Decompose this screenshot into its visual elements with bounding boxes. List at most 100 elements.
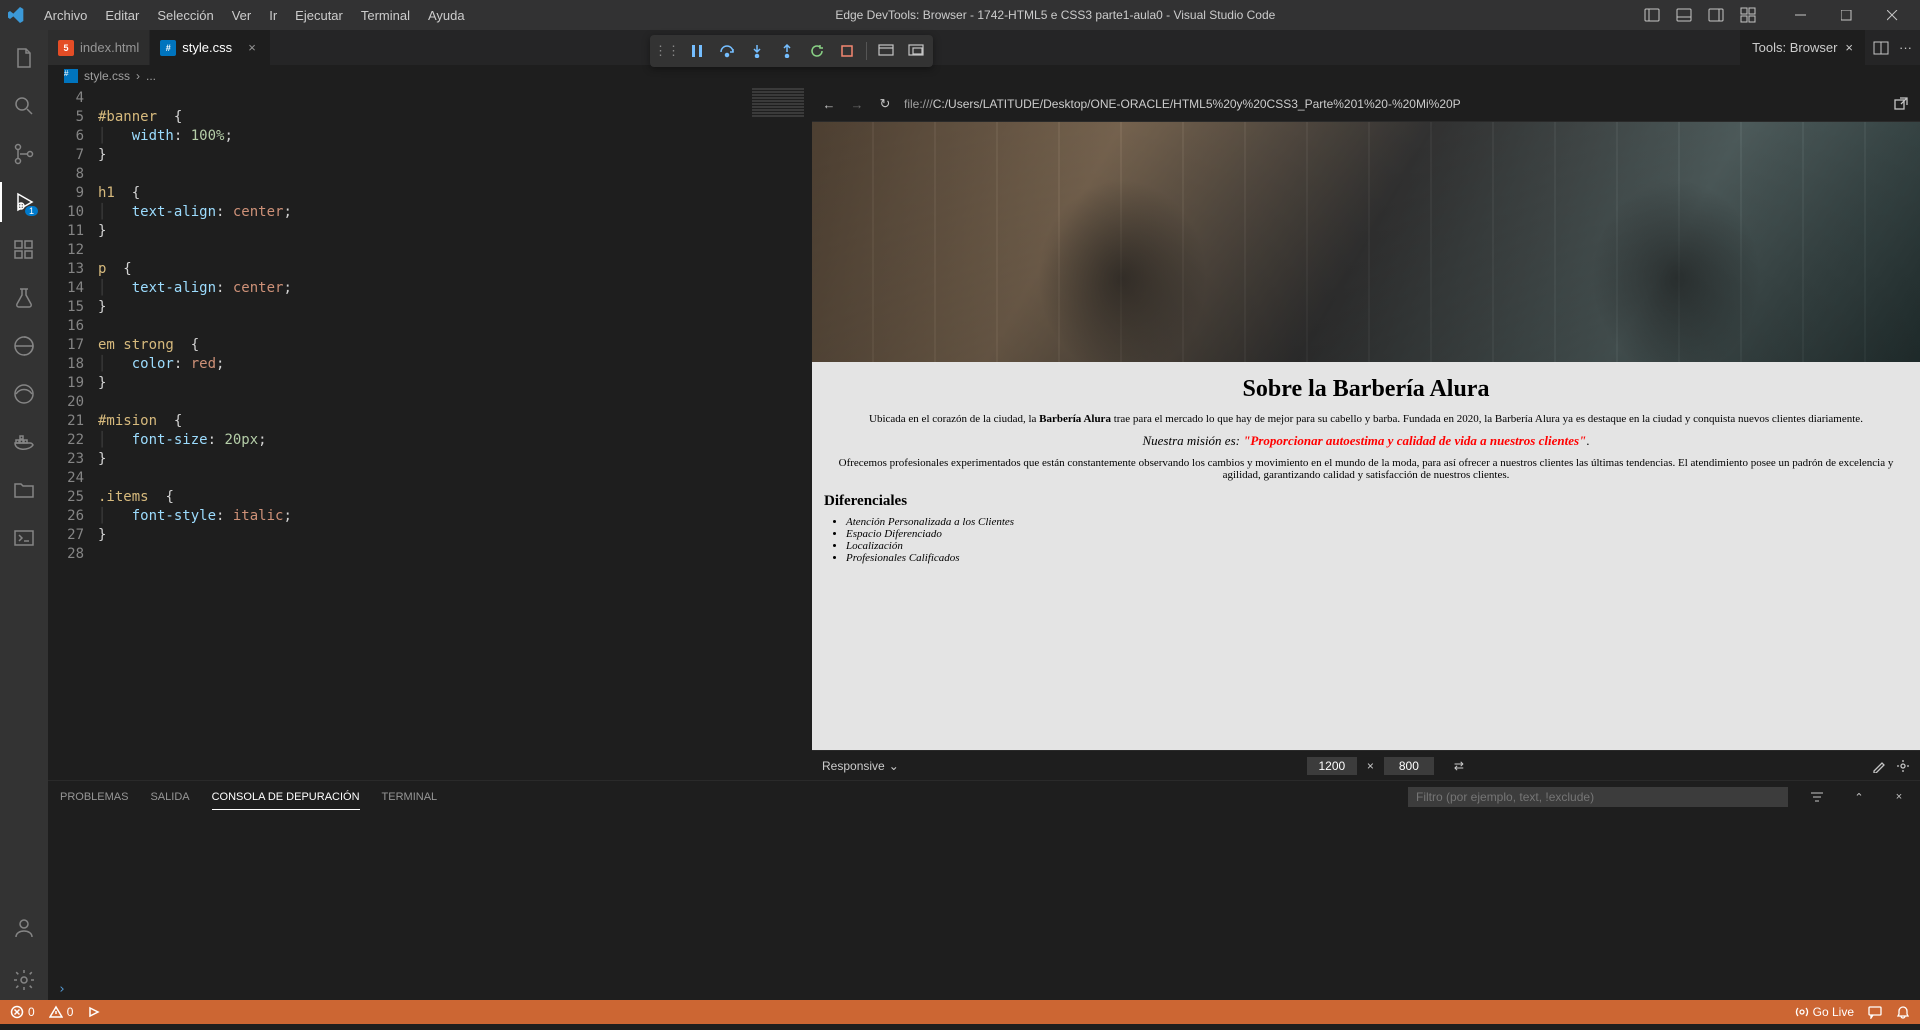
- accounts-icon[interactable]: [0, 912, 48, 952]
- breadcrumb-file: style.css: [84, 69, 130, 83]
- close-panel-icon[interactable]: ×: [1890, 791, 1908, 803]
- layout-toggle-bottom-icon[interactable]: [1670, 1, 1698, 29]
- panel-tab-terminal[interactable]: TERMINAL: [382, 785, 438, 809]
- list-item: Espacio Diferenciado: [846, 528, 1920, 540]
- breadcrumb-sep: ›: [136, 69, 140, 83]
- layout-toggle-left-icon[interactable]: [1638, 1, 1666, 29]
- devtools-viewport: Sobre la Barbería Alura Ubicada en el co…: [812, 122, 1920, 750]
- edge-tools-icon[interactable]: [0, 374, 48, 414]
- close-button[interactable]: [1872, 1, 1912, 29]
- menu-editar[interactable]: Editar: [97, 4, 147, 27]
- run-debug-icon[interactable]: 1: [0, 182, 48, 222]
- window-title: Edge DevTools: Browser - 1742-HTML5 e CS…: [473, 8, 1638, 22]
- layout-toggle-right-icon[interactable]: [1702, 1, 1730, 29]
- editor-tabs: 5 index.html # style.css × Tools: Browse…: [48, 30, 1920, 65]
- panel-tab-salida[interactable]: SALIDA: [150, 785, 189, 809]
- minimize-button[interactable]: [1780, 1, 1820, 29]
- tab-label: index.html: [80, 40, 139, 55]
- title-bar: Archivo Editar Selección Ver Ir Ejecutar…: [0, 0, 1920, 30]
- output-icon[interactable]: [0, 518, 48, 558]
- viewport-height-input[interactable]: [1384, 757, 1434, 775]
- minimap[interactable]: [748, 87, 808, 780]
- grip-icon[interactable]: ⋮⋮: [656, 40, 678, 62]
- page-paragraph-1: Ubicada en el corazón de la ciudad, la B…: [812, 413, 1920, 425]
- panel-tab-consola[interactable]: CONSOLA DE DEPURACIÓN: [212, 785, 360, 810]
- page-heading: Sobre la Barbería Alura: [812, 376, 1920, 403]
- bottom-panel: PROBLEMAS SALIDA CONSOLA DE DEPURACIÓN T…: [48, 780, 1920, 1000]
- debug-console-input[interactable]: ›: [48, 978, 1920, 1000]
- menu-ver[interactable]: Ver: [224, 4, 260, 27]
- prompt-icon: ›: [58, 982, 66, 997]
- code-area[interactable]: #banner {│ width: 100%;} h1 {│ text-alig…: [98, 87, 808, 780]
- panel-tab-problemas[interactable]: PROBLEMAS: [60, 785, 128, 809]
- panel-body: [48, 813, 1920, 978]
- panel-tabs: PROBLEMAS SALIDA CONSOLA DE DEPURACIÓN T…: [48, 781, 1920, 813]
- rotate-icon[interactable]: ⇄: [1454, 759, 1464, 773]
- menu-bar: Archivo Editar Selección Ver Ir Ejecutar…: [36, 4, 473, 27]
- maximize-button[interactable]: [1826, 1, 1866, 29]
- docker-icon[interactable]: [0, 422, 48, 462]
- devtools-address-bar: ← → ↻ file:///C:/Users/LATITUDE/Desktop/…: [812, 87, 1920, 122]
- status-bar: 0 0 Go Live: [0, 1000, 1920, 1024]
- explorer-icon[interactable]: [0, 38, 48, 78]
- layout-customize-icon[interactable]: [1734, 1, 1762, 29]
- source-control-icon[interactable]: [0, 134, 48, 174]
- menu-ejecutar[interactable]: Ejecutar: [287, 4, 351, 27]
- status-warnings[interactable]: 0: [49, 1005, 74, 1019]
- split-editor-icon[interactable]: [1873, 40, 1889, 56]
- rendered-page[interactable]: Sobre la Barbería Alura Ubicada en el co…: [812, 122, 1920, 750]
- menu-terminal[interactable]: Terminal: [353, 4, 418, 27]
- status-bell-icon[interactable]: [1896, 1005, 1910, 1019]
- pause-icon[interactable]: [686, 40, 708, 62]
- tab-devtools-browser[interactable]: Tools: Browser ×: [1740, 30, 1865, 65]
- settings-icon[interactable]: [1896, 759, 1910, 773]
- more-icon[interactable]: ···: [1899, 40, 1912, 55]
- extensions-icon[interactable]: [0, 230, 48, 270]
- back-icon[interactable]: ←: [820, 97, 838, 112]
- close-icon[interactable]: ×: [1845, 40, 1853, 55]
- menu-seleccion[interactable]: Selección: [149, 4, 221, 27]
- status-feedback-icon[interactable]: [1868, 1005, 1882, 1019]
- tab-index-html[interactable]: 5 index.html: [48, 30, 150, 65]
- activity-bar: 1: [0, 30, 48, 1000]
- status-debug-target[interactable]: [87, 1005, 101, 1019]
- filter-settings-icon[interactable]: [1810, 790, 1828, 804]
- banner-image: [812, 122, 1920, 362]
- reload-icon[interactable]: ↻: [876, 96, 894, 112]
- responsive-dropdown[interactable]: Responsive⌄: [822, 759, 899, 773]
- close-icon[interactable]: ×: [244, 40, 260, 55]
- tab-label: style.css: [182, 40, 232, 55]
- open-devtools-icon[interactable]: [875, 40, 897, 62]
- url-bar[interactable]: file:///C:/Users/LATITUDE/Desktop/ONE-OR…: [904, 97, 1884, 111]
- menu-ir[interactable]: Ir: [261, 4, 285, 27]
- folder-icon[interactable]: [0, 470, 48, 510]
- testing-icon[interactable]: [0, 278, 48, 318]
- step-out-icon[interactable]: [776, 40, 798, 62]
- css-file-icon: #: [64, 69, 78, 83]
- breadcrumb-tail: ...: [146, 69, 156, 83]
- chevron-up-icon[interactable]: ⌃: [1850, 791, 1868, 804]
- list-item: Localización: [846, 540, 1920, 552]
- stop-icon[interactable]: [836, 40, 858, 62]
- code-editor[interactable]: 4567891011121314151617181920212223242526…: [48, 87, 808, 780]
- step-over-icon[interactable]: [716, 40, 738, 62]
- devtools-browser-pane: ← → ↻ file:///C:/Users/LATITUDE/Desktop/…: [812, 87, 1920, 780]
- status-errors[interactable]: 0: [10, 1005, 35, 1019]
- screencast-icon[interactable]: [905, 40, 927, 62]
- vscode-icon: [8, 7, 24, 23]
- forward-icon[interactable]: →: [848, 97, 866, 112]
- menu-ayuda[interactable]: Ayuda: [420, 4, 473, 27]
- restart-icon[interactable]: [806, 40, 828, 62]
- viewport-width-input[interactable]: [1307, 757, 1357, 775]
- filter-input[interactable]: [1408, 787, 1788, 807]
- step-into-icon[interactable]: [746, 40, 768, 62]
- breadcrumb[interactable]: # style.css › ...: [48, 65, 1920, 87]
- menu-archivo[interactable]: Archivo: [36, 4, 95, 27]
- edit-icon[interactable]: [1872, 759, 1886, 773]
- references-icon[interactable]: [0, 326, 48, 366]
- search-icon[interactable]: [0, 86, 48, 126]
- settings-gear-icon[interactable]: [0, 960, 48, 1000]
- open-external-icon[interactable]: [1894, 97, 1912, 111]
- status-golive[interactable]: Go Live: [1795, 1005, 1854, 1019]
- tab-style-css[interactable]: # style.css ×: [150, 30, 271, 65]
